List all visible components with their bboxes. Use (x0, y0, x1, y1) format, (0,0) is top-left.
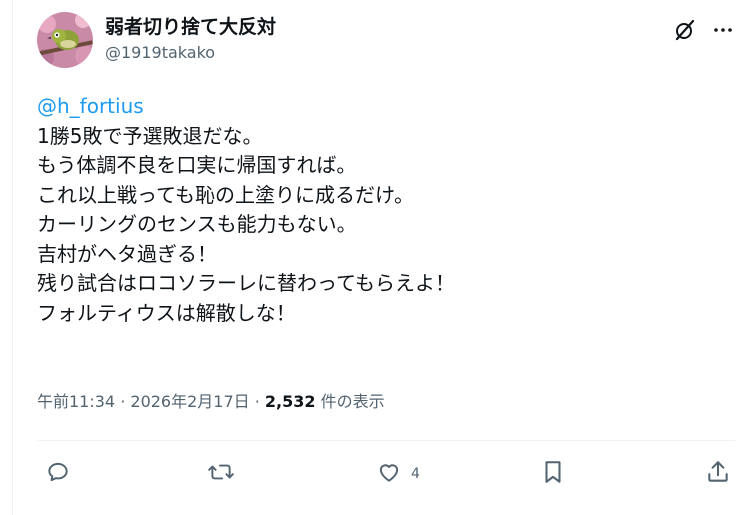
reply-button[interactable] (45, 458, 71, 490)
post-line: もう体調不良を口実に帰国すれば。 (37, 153, 357, 177)
avatar-image (37, 12, 93, 68)
post-date[interactable]: 2026年2月17日 (130, 392, 249, 411)
avatar[interactable] (37, 12, 93, 68)
actions-divider (37, 440, 735, 441)
author-block: 弱者切り捨て大反対 @1919takako (105, 14, 276, 64)
share-button[interactable] (705, 458, 731, 490)
post-text: @h_fortius 1勝5敗で予選敗退だな。 もう体調不良を口実に帰国すれば。… (37, 92, 737, 328)
post-line: これ以上戦っても恥の上塗りに成るだけ。 (37, 182, 414, 207)
post-time[interactable]: 午前11:34 (37, 392, 115, 411)
bookmark-button[interactable] (541, 458, 565, 490)
mention-link[interactable]: @h_fortius (37, 92, 737, 122)
post-line: フォルティウスは解散しな！ (37, 300, 296, 325)
action-bar: 4 (45, 458, 729, 490)
like-button[interactable]: 4 (375, 458, 420, 490)
author-handle[interactable]: @1919takako (105, 42, 276, 64)
post-line: 1勝5敗で予選敗退だな。 (37, 123, 263, 148)
post-header: 弱者切り捨て大反対 @1919takako (37, 12, 735, 70)
meta-separator: · (249, 392, 265, 411)
meta-separator: · (115, 392, 131, 411)
post-meta: 午前11:34 · 2026年2月17日 · 2,532 件の表示 (37, 390, 385, 414)
grok-icon[interactable] (673, 18, 697, 42)
like-count: 4 (411, 466, 420, 482)
more-dots-icon[interactable] (711, 18, 735, 42)
share-icon (705, 459, 731, 489)
author-display-name[interactable]: 弱者切り捨て大反対 (105, 14, 276, 40)
view-count: 2,532 (264, 392, 316, 411)
like-icon (375, 459, 403, 489)
post-line: 残り試合はロコソラーレに替わってもらえよ！ (37, 271, 455, 295)
timeline-left-border (12, 0, 13, 515)
view-count-label: 件の表示 (315, 392, 385, 411)
reply-icon (45, 459, 71, 489)
header-actions (673, 18, 735, 42)
post-line: 吉村がヘタ過ぎる！ (37, 241, 217, 266)
post-line: カーリングのセンスも能力もない。 (37, 212, 357, 236)
repost-button[interactable] (207, 458, 235, 490)
bookmark-icon (541, 459, 565, 489)
repost-icon (207, 459, 235, 489)
